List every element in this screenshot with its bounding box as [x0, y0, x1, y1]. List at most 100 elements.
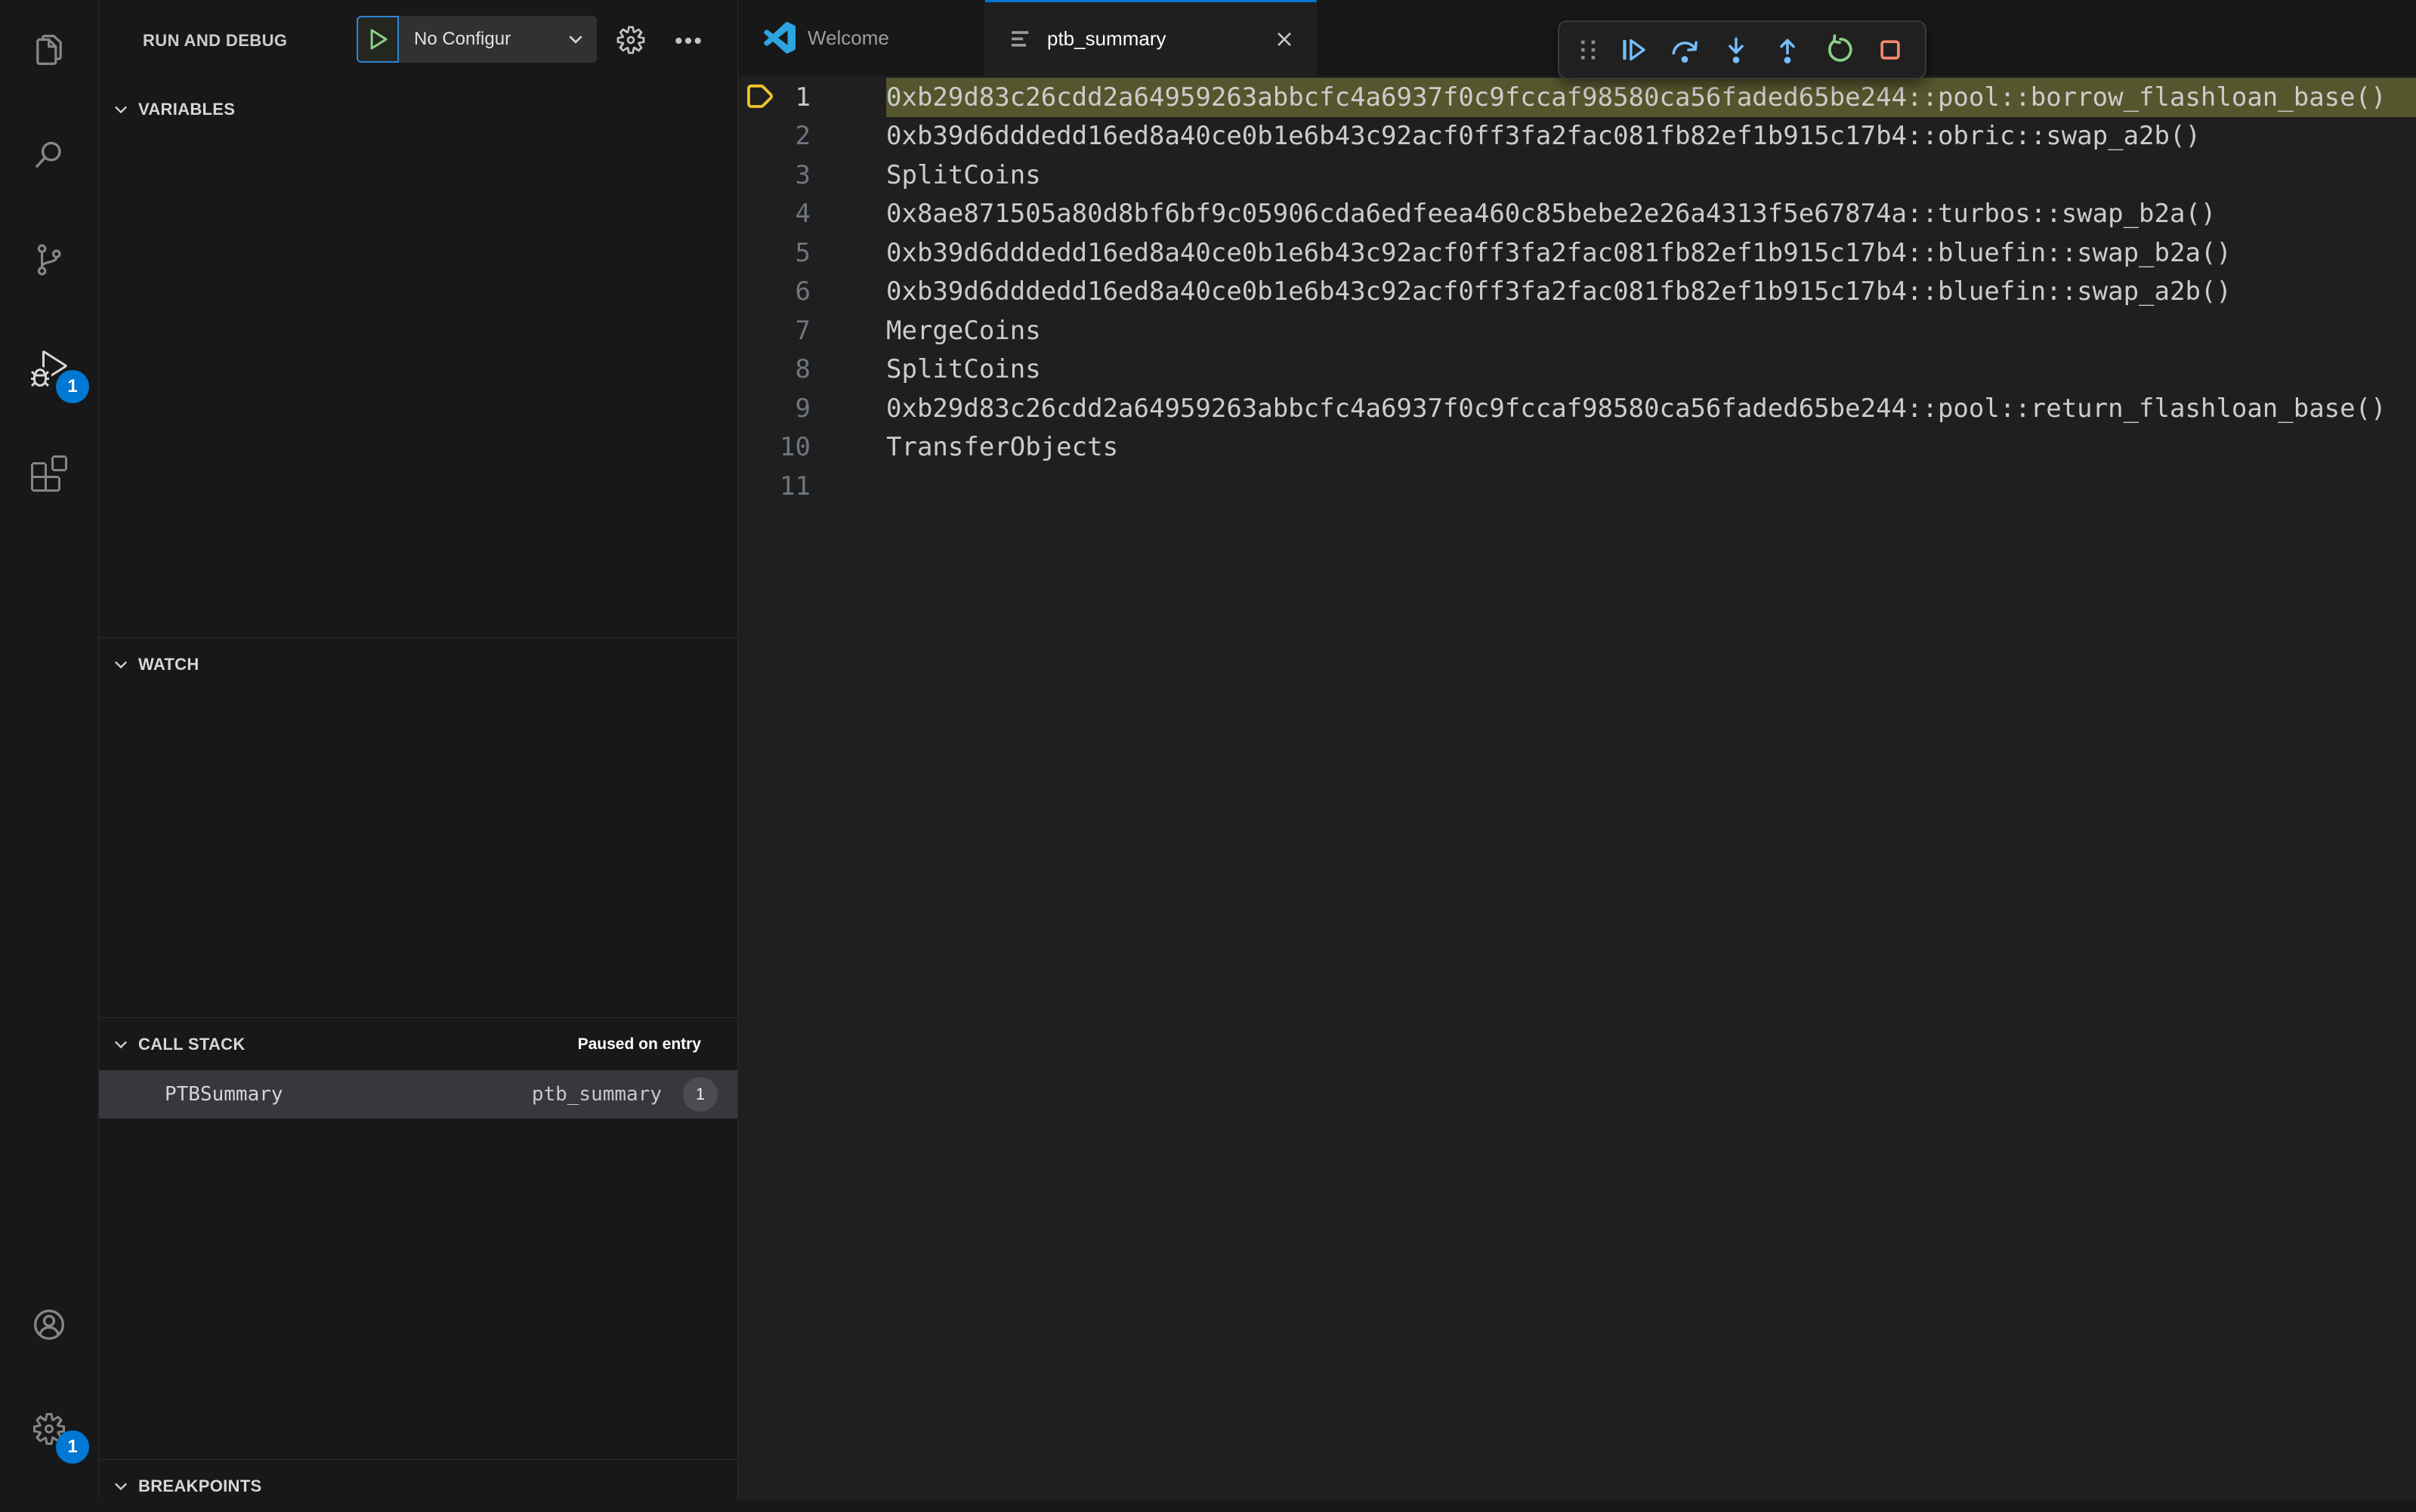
code-line[interactable]: 7 MergeCoins — [738, 311, 2416, 350]
section-label: VARIABLES — [138, 100, 236, 119]
stop-button[interactable] — [1865, 26, 1916, 74]
editor-group: Welcome ptb_summary 1 0xb29d83c26cdd2a649… — [737, 0, 2416, 1500]
close-tab-button[interactable] — [1269, 24, 1299, 54]
sidebar-item-explorer[interactable] — [0, 14, 98, 86]
code-text: SplitCoins — [886, 354, 1041, 385]
sidebar-item-extensions[interactable] — [0, 437, 98, 510]
code-text: 0xb39d6dddedd16ed8a40ce0b1e6b43c92acf0ff… — [886, 121, 2201, 152]
code-line[interactable]: 5 0xb39d6dddedd16ed8a40ce0b1e6b43c92acf0f… — [738, 233, 2416, 273]
line-number: 4 — [795, 199, 811, 230]
restart-button[interactable] — [1813, 26, 1865, 74]
editor-gutter-cell[interactable]: 9 — [738, 389, 886, 428]
section-label: WATCH — [138, 654, 199, 674]
tab-ptb-summary[interactable]: ptb_summary — [985, 0, 1317, 76]
stack-frame-name: PTBSummary — [165, 1083, 283, 1106]
stack-frame-line-badge: 1 — [683, 1077, 718, 1112]
code-text: 0xb29d83c26cdd2a64959263abbcfc4a6937f0c9… — [886, 393, 2387, 424]
debug-launch-control: No Configur — [357, 16, 597, 63]
settings-button[interactable]: 1 — [0, 1393, 98, 1465]
editor-gutter-cell[interactable]: 11 — [738, 467, 886, 506]
gripper-icon — [1581, 40, 1596, 60]
sidebar-item-search[interactable] — [0, 119, 98, 191]
start-debugging-button[interactable] — [357, 16, 399, 63]
debug-current-line-arrow-icon — [747, 84, 773, 108]
chevron-down-icon — [114, 661, 128, 668]
tab-label: Welcome — [808, 26, 889, 49]
code-line[interactable]: 9 0xb29d83c26cdd2a64959263abbcfc4a6937f0c… — [738, 389, 2416, 428]
code-line[interactable]: 2 0xb39d6dddedd16ed8a40ce0b1e6b43c92acf0f… — [738, 117, 2416, 156]
section-label: CALL STACK — [138, 1034, 246, 1054]
line-number: 10 — [780, 432, 811, 463]
run-debug-badge: 1 — [56, 370, 89, 403]
debug-restart-icon — [1828, 34, 1852, 62]
toolbar-drag-handle[interactable] — [1568, 26, 1608, 74]
code-text: 0xb39d6dddedd16ed8a40ce0b1e6b43c92acf0ff… — [886, 276, 2232, 307]
file-list-icon — [1012, 30, 1029, 47]
code-line[interactable]: 11 — [738, 467, 2416, 506]
search-icon — [36, 141, 61, 168]
continue-button[interactable] — [1608, 26, 1659, 74]
editor-gutter-cell[interactable]: 4 — [738, 195, 886, 234]
debug-step-over-icon — [1672, 41, 1698, 63]
code-line[interactable]: 1 0xb29d83c26cdd2a64959263abbcfc4a6937f0c… — [738, 78, 2416, 117]
source-control-icon — [37, 244, 61, 276]
code-text: TransferObjects — [886, 432, 1119, 463]
code-editor[interactable]: 1 0xb29d83c26cdd2a64959263abbcfc4a6937f0c… — [738, 76, 2416, 1500]
files-icon — [36, 35, 62, 65]
debug-configuration-dropdown[interactable]: No Configur — [399, 16, 597, 63]
step-into-button[interactable] — [1710, 26, 1762, 74]
step-over-button[interactable] — [1659, 26, 1710, 74]
debug-configuration-label: No Configur — [414, 29, 511, 49]
code-line[interactable]: 8 SplitCoins — [738, 350, 2416, 390]
line-number: 5 — [795, 237, 811, 268]
code-line[interactable]: 10 TransferObjects — [738, 428, 2416, 467]
code-text: SplitCoins — [886, 159, 1041, 190]
line-number: 2 — [795, 121, 811, 152]
run-debug-sidebar: RUN AND DEBUG No Configur VARIABLES WATC… — [99, 0, 737, 1512]
vscode-logo-icon — [764, 22, 796, 54]
editor-gutter-cell[interactable]: 1 — [738, 78, 886, 117]
editor-gutter-cell[interactable]: 3 — [738, 156, 886, 195]
debug-step-into-icon — [1729, 37, 1744, 63]
debug-stop-icon — [1880, 40, 1900, 60]
activity-bar: 1 1 — [0, 0, 99, 1500]
tab-label: ptb_summary — [1047, 27, 1166, 50]
code-line[interactable]: 4 0x8ae871505a80d8bf6bf9c05906cda6edfeea4… — [738, 195, 2416, 234]
section-header-breakpoints[interactable]: BREAKPOINTS — [99, 1459, 737, 1512]
editor-gutter-cell[interactable]: 6 — [738, 273, 886, 312]
account-icon — [33, 1309, 65, 1341]
call-stack-status: Paused on entry — [577, 1035, 701, 1053]
tab-welcome[interactable]: Welcome — [738, 0, 985, 76]
chevron-down-icon — [569, 35, 582, 44]
line-number: 7 — [795, 315, 811, 346]
debug-toolbar — [1558, 20, 1926, 79]
call-stack-frame-row[interactable]: PTBSummary ptb_summary 1 — [99, 1070, 737, 1119]
line-number: 8 — [795, 354, 811, 385]
code-lines: 1 0xb29d83c26cdd2a64959263abbcfc4a6937f0c… — [738, 78, 2416, 506]
sidebar-item-run-and-debug[interactable]: 1 — [0, 332, 98, 405]
gear-icon — [616, 26, 645, 54]
editor-gutter-cell[interactable]: 2 — [738, 117, 886, 156]
views-more-actions-button[interactable] — [672, 24, 705, 57]
section-header-call-stack[interactable]: CALL STACK Paused on entry — [99, 1017, 737, 1070]
play-icon — [370, 29, 388, 50]
close-icon — [1278, 32, 1291, 46]
code-line[interactable]: 3 SplitCoins — [738, 156, 2416, 195]
code-line[interactable]: 6 0xb39d6dddedd16ed8a40ce0b1e6b43c92acf0f… — [738, 273, 2416, 312]
step-out-button[interactable] — [1762, 26, 1813, 74]
code-text: 0xb39d6dddedd16ed8a40ce0b1e6b43c92acf0ff… — [886, 237, 2232, 268]
line-number: 3 — [795, 159, 811, 190]
sidebar-header: RUN AND DEBUG No Configur — [99, 0, 737, 82]
ellipsis-icon — [675, 37, 701, 45]
section-header-variables[interactable]: VARIABLES — [99, 83, 737, 136]
editor-gutter-cell[interactable]: 10 — [738, 428, 886, 467]
section-header-watch[interactable]: WATCH — [99, 637, 737, 690]
code-text: 0x8ae871505a80d8bf6bf9c05906cda6edfeea46… — [886, 199, 2217, 230]
sidebar-item-source-control[interactable] — [0, 224, 98, 296]
accounts-button[interactable] — [0, 1288, 98, 1361]
code-text: MergeCoins — [886, 315, 1041, 346]
open-launch-json-button[interactable] — [615, 24, 647, 56]
editor-gutter-cell[interactable]: 8 — [738, 350, 886, 390]
editor-gutter-cell[interactable]: 7 — [738, 311, 886, 350]
editor-gutter-cell[interactable]: 5 — [738, 233, 886, 273]
